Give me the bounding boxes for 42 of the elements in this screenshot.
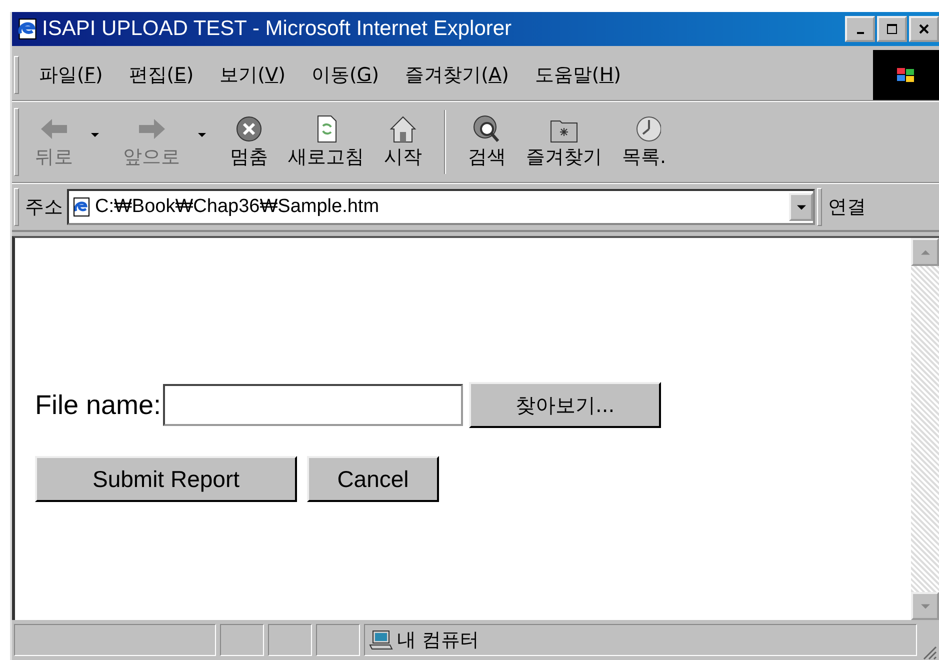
page-icon — [71, 197, 91, 217]
scroll-up-button[interactable] — [911, 238, 939, 266]
file-name-field[interactable] — [163, 384, 464, 426]
computer-icon — [369, 629, 393, 651]
status-panel — [316, 624, 360, 656]
up-arrow-icon — [920, 250, 930, 254]
maximize-icon — [886, 23, 898, 35]
toolbar-button[interactable]: 즐겨찾기 — [522, 114, 606, 170]
toolbar-button[interactable]: 목록. — [618, 114, 670, 170]
links-button[interactable]: 연결 — [828, 194, 866, 220]
close-icon — [918, 23, 930, 35]
browse-button[interactable]: 찾아보기... — [469, 382, 662, 428]
minimize-icon — [856, 32, 864, 34]
status-panel — [220, 624, 264, 656]
windows-logo-icon — [873, 50, 939, 100]
menu-item[interactable]: 즐겨찾기(A) — [405, 62, 509, 88]
menu-item[interactable]: 파일(F) — [39, 62, 103, 88]
form-button[interactable]: Submit Report — [35, 456, 297, 502]
address-field[interactable]: C:₩Book₩Chap36₩Sample.htm — [67, 189, 815, 225]
form-button[interactable]: Cancel — [307, 456, 439, 502]
menu-item[interactable]: 보기(V) — [220, 62, 286, 88]
address-label: 주소 — [25, 195, 63, 220]
window-title: ISAPI UPLOAD TEST - Microsoft Internet Explorer — [42, 17, 513, 41]
resize-grip-icon[interactable] — [921, 644, 937, 660]
toolbar-button[interactable]: 검색 — [464, 114, 510, 170]
dropdown-button[interactable] — [789, 193, 813, 221]
menu-item[interactable]: 이동(G) — [311, 62, 380, 88]
toolbar-button[interactable]: 새로고침 — [284, 114, 368, 170]
toolbar-button[interactable]: 시작 — [380, 114, 426, 170]
caret-icon — [796, 204, 806, 210]
close-button[interactable] — [909, 16, 939, 42]
down-arrow-icon — [920, 604, 930, 608]
menu-item[interactable]: 도움말(H) — [534, 62, 622, 88]
menu-item[interactable]: 편집(E) — [128, 62, 194, 88]
vertical-scrollbar[interactable] — [911, 238, 939, 620]
maximize-button[interactable] — [877, 16, 907, 42]
file-name-label: File name: — [35, 390, 162, 420]
status-panel — [268, 624, 312, 656]
security-zone-label: 내 컴퓨터 — [397, 628, 480, 653]
scroll-down-button[interactable] — [911, 592, 939, 620]
browser-logo-icon — [16, 18, 38, 40]
toolbar-button[interactable]: 멈춤 — [226, 114, 272, 170]
